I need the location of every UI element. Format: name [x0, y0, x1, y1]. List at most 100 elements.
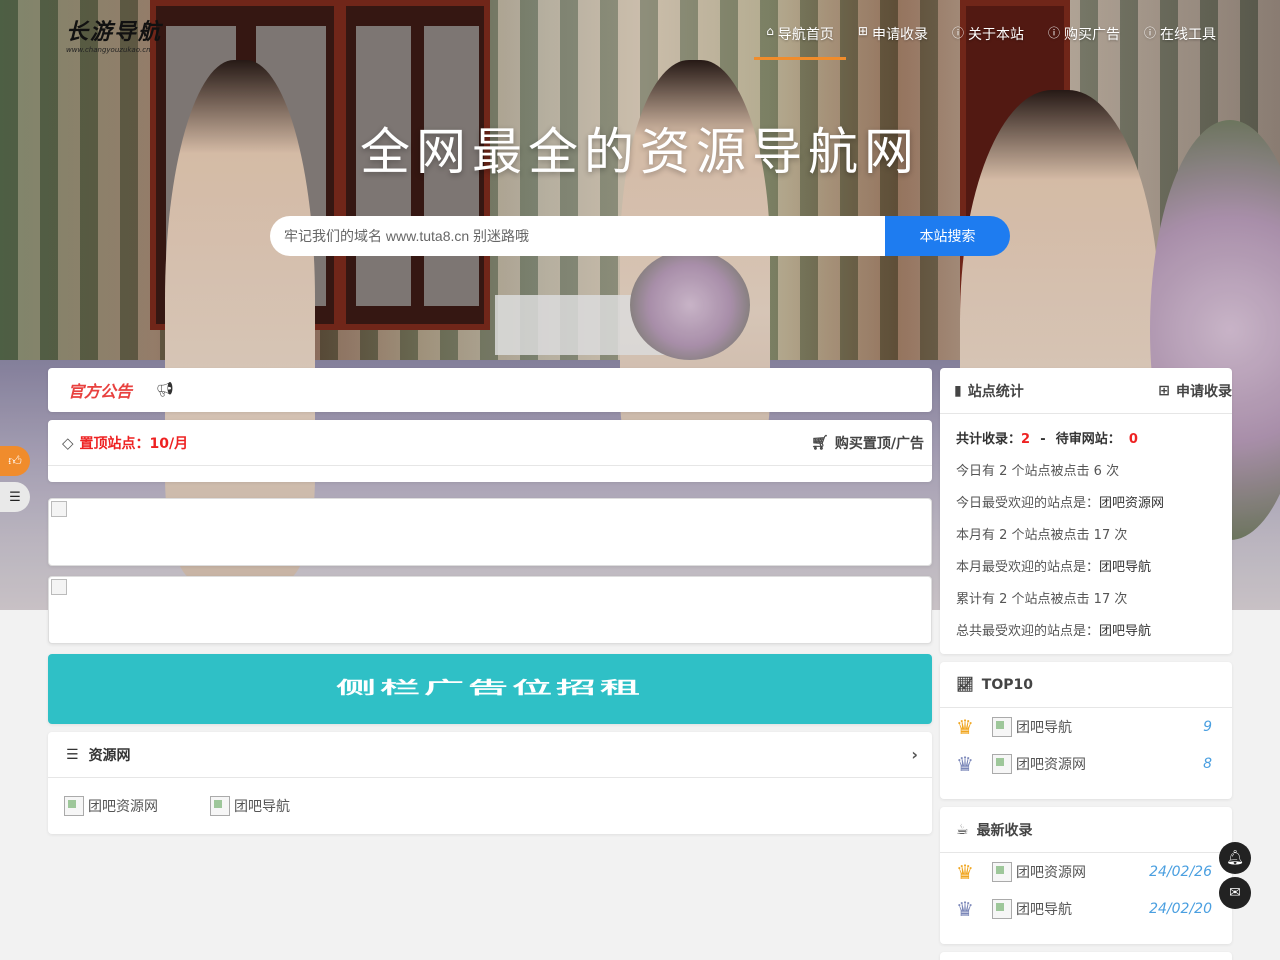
top10-site-name: 团吧资源网: [1016, 756, 1086, 773]
stats-line-text: 本月有 2 个站点被点击 17 次: [956, 528, 1128, 543]
thumbs-up-icon[interactable]: 👍︎: [0, 446, 30, 476]
ad-strip[interactable]: 侧栏广告位招租: [48, 654, 932, 724]
mail-icon[interactable]: ✉: [1219, 877, 1251, 909]
search-button[interactable]: 本站搜索: [885, 216, 1010, 256]
info-icon: ⓘ: [1143, 26, 1156, 40]
stats-line: 本月有 2 个站点被点击 17 次: [956, 520, 1216, 552]
stats-line-text: 今日有 2 个站点被点击 6 次: [956, 464, 1120, 479]
ad-banner-1[interactable]: [48, 498, 932, 566]
hero-title: 全网最全的资源导航网: [360, 123, 920, 181]
notice-bar: 官方公告 📢︎: [48, 368, 932, 412]
info-icon: ⓘ: [1047, 26, 1060, 40]
resource-site-name: 团吧导航: [234, 799, 290, 815]
popular-site-link[interactable]: 团吧导航: [1099, 560, 1151, 575]
broken-image-icon: [51, 579, 67, 595]
newest-item[interactable]: ♛ 团吧资源网 24/02/26: [940, 853, 1232, 890]
bookmark-icon: ▮: [954, 382, 962, 399]
search-input[interactable]: [270, 216, 885, 256]
stats-apply-label: 申请收录: [1176, 383, 1232, 400]
site-favicon: [992, 753, 1012, 774]
stats-line-text: 今日最受欢迎的站点是：: [956, 496, 1100, 511]
site-favicon: [64, 796, 84, 816]
plus-square-icon: ⊞: [857, 24, 868, 38]
crown-icon: ♛: [956, 896, 974, 921]
logo-subtext: www.changyouzukao.cn: [66, 46, 151, 54]
site-stats-panel: ▮ 站点统计 ⊞ 申请收录 共计收录：2 - 待审网站： 0 今日有 2 个站点…: [940, 368, 1232, 654]
resource-title: 资源网: [88, 747, 131, 764]
plus-square-icon: ⊞: [1158, 382, 1170, 399]
stats-line: 今日最受欢迎的站点是：团吧资源网: [956, 488, 1216, 520]
nav-buy-ad-label: 购买广告: [1063, 27, 1120, 43]
top10-title: TOP10: [981, 676, 1033, 693]
pending-label: 待审网站：: [1055, 432, 1121, 447]
stats-line: 今日有 2 个站点被点击 6 次: [956, 456, 1216, 488]
stats-line-text: 本月最受欢迎的站点是：: [956, 560, 1100, 575]
crown-icon: ♛: [956, 751, 974, 776]
info-icon: ⓘ: [951, 26, 964, 40]
top10-site-count: 8: [1203, 755, 1212, 772]
pending-value: 0: [1128, 432, 1138, 447]
stats-line: 总共最受欢迎的站点是：团吧导航: [956, 616, 1216, 648]
top10-panel: 📈︎ TOP10 ♛ 团吧导航 9 ♛ 团吧资源网 8: [940, 662, 1232, 799]
next-panel-edge: [940, 952, 1232, 960]
sidebar-menu-icon[interactable]: ☰: [0, 482, 30, 512]
top10-site-name: 团吧导航: [1016, 719, 1072, 736]
newest-panel: ☕︎ 最新收录 ♛ 团吧资源网 24/02/26 ♛ 团吧导航 24/02/20: [940, 807, 1232, 944]
resource-site-link[interactable]: 团吧资源网: [64, 796, 184, 816]
stats-line-text: 累计有 2 个站点被点击 17 次: [956, 592, 1128, 607]
diamond-icon: ◇: [62, 433, 74, 452]
nav-apply-label: 申请收录: [871, 27, 928, 43]
nav-tools-label: 在线工具: [1160, 27, 1216, 43]
site-logo[interactable]: 长游导航 www.changyouzukao.cn: [66, 14, 176, 58]
qq-icon[interactable]: 🔔︎: [1219, 842, 1251, 874]
resource-site-name: 团吧资源网: [88, 799, 158, 815]
nav-tools[interactable]: ⓘ 在线工具: [1132, 18, 1228, 60]
stats-line-text: 总共最受欢迎的站点是：: [956, 624, 1100, 639]
site-favicon: [992, 716, 1012, 737]
search-bar: 本站搜索: [270, 216, 1010, 256]
newest-site-name: 团吧导航: [1016, 901, 1072, 918]
site-favicon: [210, 796, 230, 816]
ad-banner-2[interactable]: [48, 576, 932, 644]
pinned-label: 置顶站点：10/月: [79, 435, 189, 452]
popular-site-link[interactable]: 团吧资源网: [1099, 496, 1164, 511]
coffee-icon: ☕︎: [956, 821, 969, 838]
nav-apply[interactable]: ⊞ 申请收录: [846, 18, 940, 60]
pinned-sites-panel: ◇ 置顶站点：10/月 🛒︎ 购买置顶/广告: [48, 420, 932, 482]
stats-line: 本月最受欢迎的站点是：团吧导航: [956, 552, 1216, 584]
chevron-right-icon[interactable]: ›: [911, 745, 918, 764]
stats-total-row: 共计收录：2 - 待审网站： 0: [956, 424, 1216, 456]
stats-line: 累计有 2 个站点被点击 17 次: [956, 584, 1216, 616]
ad-strip-text: 侧栏广告位招租: [336, 678, 644, 698]
crown-icon: ♛: [956, 714, 974, 739]
newest-site-date: 24/02/26: [1149, 863, 1212, 880]
menu-icon: ☰: [66, 746, 79, 763]
broken-image-icon: [51, 501, 67, 517]
top10-site-count: 9: [1203, 718, 1212, 735]
newest-site-name: 团吧资源网: [1016, 864, 1086, 881]
nav-about[interactable]: ⓘ 关于本站: [940, 18, 1036, 60]
newest-item[interactable]: ♛ 团吧导航 24/02/20: [940, 890, 1232, 927]
main-nav: ⌂ 导航首页 ⊞ 申请收录 ⓘ 关于本站 ⓘ 购买广告 ⓘ 在线工具: [754, 18, 1228, 60]
notice-badge: 官方公告: [68, 382, 133, 401]
total-label: 共计收录：: [956, 432, 1022, 447]
top10-item[interactable]: ♛ 团吧资源网 8: [940, 745, 1232, 782]
stats-title: 站点统计: [967, 383, 1024, 400]
buy-pinned-link[interactable]: 🛒︎ 购买置顶/广告: [811, 433, 924, 453]
logo-text: 长游导航: [66, 19, 163, 45]
stats-apply-link[interactable]: ⊞ 申请收录: [1158, 381, 1232, 401]
nav-home[interactable]: ⌂ 导航首页: [754, 18, 846, 60]
site-favicon: [992, 898, 1012, 919]
nav-about-label: 关于本站: [967, 27, 1024, 43]
resource-site-link[interactable]: 团吧导航: [210, 796, 330, 816]
crown-icon: ♛: [956, 859, 974, 884]
popular-site-link[interactable]: 团吧导航: [1099, 624, 1151, 639]
stats-separator: -: [1040, 432, 1046, 447]
total-value: 2: [1021, 432, 1031, 447]
nav-buy-ad[interactable]: ⓘ 购买广告: [1036, 18, 1132, 60]
newest-title: 最新收录: [976, 822, 1033, 839]
newest-site-date: 24/02/20: [1149, 900, 1212, 917]
buy-pinned-label: 购买置顶/广告: [834, 435, 924, 452]
top10-item[interactable]: ♛ 团吧导航 9: [940, 708, 1232, 745]
line-chart-icon: 📈︎: [956, 676, 974, 693]
